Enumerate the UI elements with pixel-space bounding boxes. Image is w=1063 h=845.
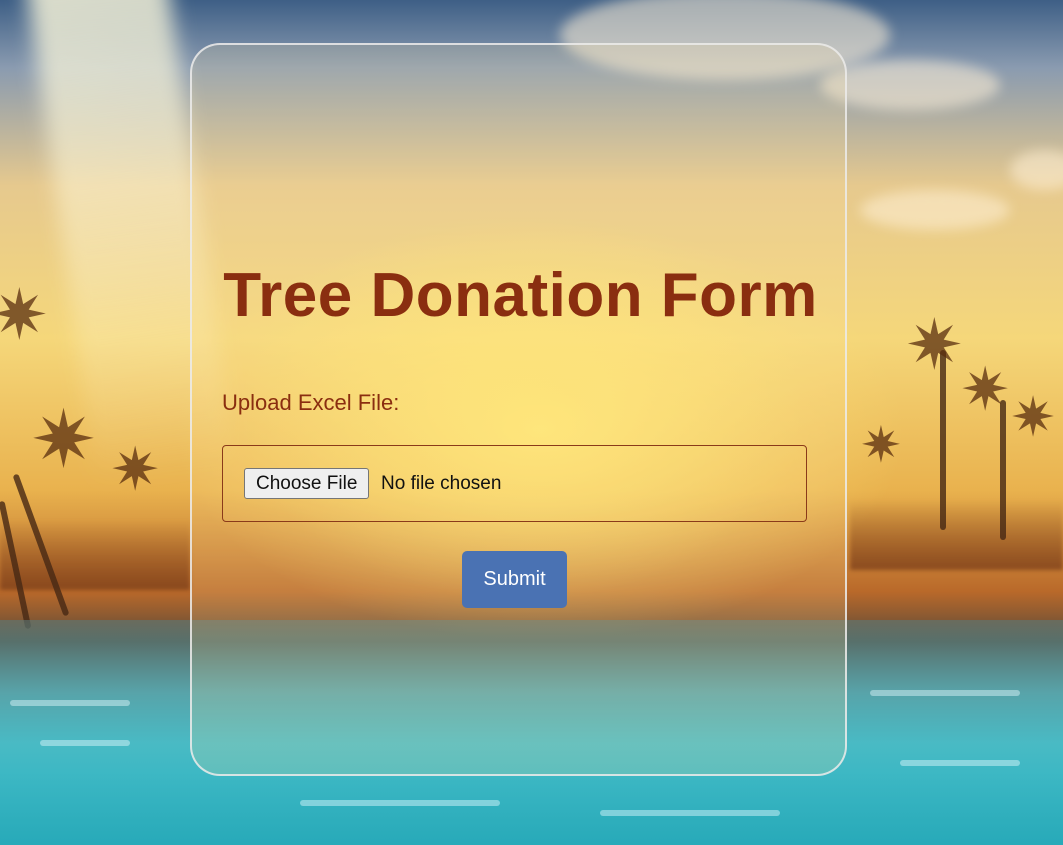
right-treeline <box>850 500 1063 570</box>
water-ripple <box>40 740 130 746</box>
palm-tree-icon: ✷ <box>905 304 964 386</box>
palm-tree-icon: ✷ <box>30 393 98 486</box>
cloud <box>860 190 1010 230</box>
palm-tree-icon: ✷ <box>960 355 1011 425</box>
palm-tree-icon: ✷ <box>1010 385 1057 449</box>
file-input-container[interactable]: Choose File No file chosen <box>222 445 807 522</box>
palm-tree-icon: ✷ <box>110 435 161 505</box>
cloud <box>1010 150 1063 190</box>
submit-button[interactable]: Submit <box>462 551 567 608</box>
file-status-text: No file chosen <box>381 473 502 494</box>
left-treeline <box>0 520 190 590</box>
choose-file-button[interactable]: Choose File <box>244 468 370 499</box>
water-ripple <box>870 690 1020 696</box>
page-title: Tree Donation Form <box>223 261 818 330</box>
water-ripple <box>900 760 1020 766</box>
water-ripple <box>600 810 780 816</box>
palm-tree-icon: ✷ <box>0 274 49 356</box>
palm-tree-icon: ✷ <box>860 416 902 474</box>
water-ripple <box>300 800 500 806</box>
upload-file-label: Upload Excel File: <box>222 390 400 415</box>
cloud <box>820 60 1000 110</box>
water-ripple <box>10 700 130 706</box>
donation-form-card: Tree Donation Form Upload Excel File: Ch… <box>190 43 847 776</box>
